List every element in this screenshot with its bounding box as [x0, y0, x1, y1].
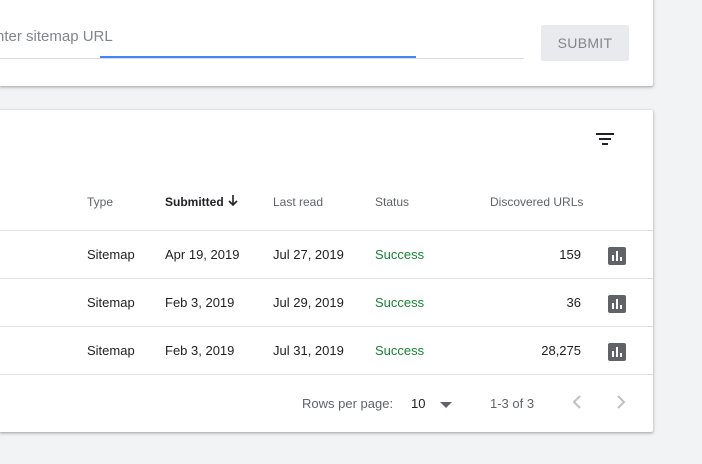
- input-focus-underline: [100, 56, 416, 58]
- cell-status: Success: [375, 343, 425, 358]
- sitemap-url-input[interactable]: [0, 28, 516, 45]
- column-header-last-read[interactable]: Last read: [273, 195, 323, 209]
- add-sitemap-card: SUBMIT: [0, 0, 653, 86]
- rows-per-page-label: Rows per page:: [302, 396, 394, 411]
- column-header-submitted[interactable]: Submitted: [165, 195, 224, 209]
- table-row[interactable]: Sitemap Feb 3, 2019 Jul 29, 2019 Success…: [0, 279, 653, 327]
- chevron-down-icon[interactable]: [440, 402, 452, 408]
- table-row[interactable]: Sitemap Feb 3, 2019 Jul 31, 2019 Success…: [0, 327, 653, 375]
- cell-discovered-urls: 28,275: [541, 343, 581, 358]
- column-header-discovered-urls[interactable]: Discovered URLs: [490, 195, 583, 209]
- cell-last-read: Jul 29, 2019: [273, 295, 344, 310]
- cell-discovered-urls: 36: [566, 295, 581, 310]
- pagination-range: 1-3 of 3: [490, 396, 535, 411]
- filter-icon[interactable]: [595, 130, 615, 148]
- chevron-right-icon[interactable]: [613, 393, 629, 411]
- column-header-type[interactable]: Type: [87, 195, 113, 209]
- cell-status: Success: [375, 295, 425, 310]
- arrow-down-icon[interactable]: [227, 194, 239, 207]
- cell-status: Success: [375, 247, 425, 262]
- cell-submitted: Apr 19, 2019: [165, 247, 240, 262]
- chevron-left-icon[interactable]: [569, 393, 585, 411]
- cell-type: Sitemap: [87, 343, 135, 358]
- bar-chart-icon[interactable]: [608, 343, 626, 361]
- rows-per-page-select[interactable]: 10: [411, 396, 425, 411]
- cell-submitted: Feb 3, 2019: [165, 295, 235, 310]
- submitted-sitemaps-card: Type Submitted Last read Status Discover…: [0, 110, 653, 432]
- bar-chart-icon[interactable]: [608, 247, 626, 265]
- column-header-status[interactable]: Status: [375, 195, 409, 209]
- table-row[interactable]: Sitemap Apr 19, 2019 Jul 27, 2019 Succes…: [0, 231, 653, 279]
- cell-last-read: Jul 31, 2019: [273, 343, 344, 358]
- row-divider: [0, 374, 653, 375]
- bar-chart-icon[interactable]: [608, 295, 626, 313]
- submit-button[interactable]: SUBMIT: [541, 25, 629, 61]
- cell-submitted: Feb 3, 2019: [165, 343, 235, 358]
- cell-last-read: Jul 27, 2019: [273, 247, 344, 262]
- cell-type: Sitemap: [87, 247, 135, 262]
- cell-type: Sitemap: [87, 295, 135, 310]
- sitemap-url-field-wrap: [0, 22, 524, 59]
- cell-discovered-urls: 159: [559, 247, 581, 262]
